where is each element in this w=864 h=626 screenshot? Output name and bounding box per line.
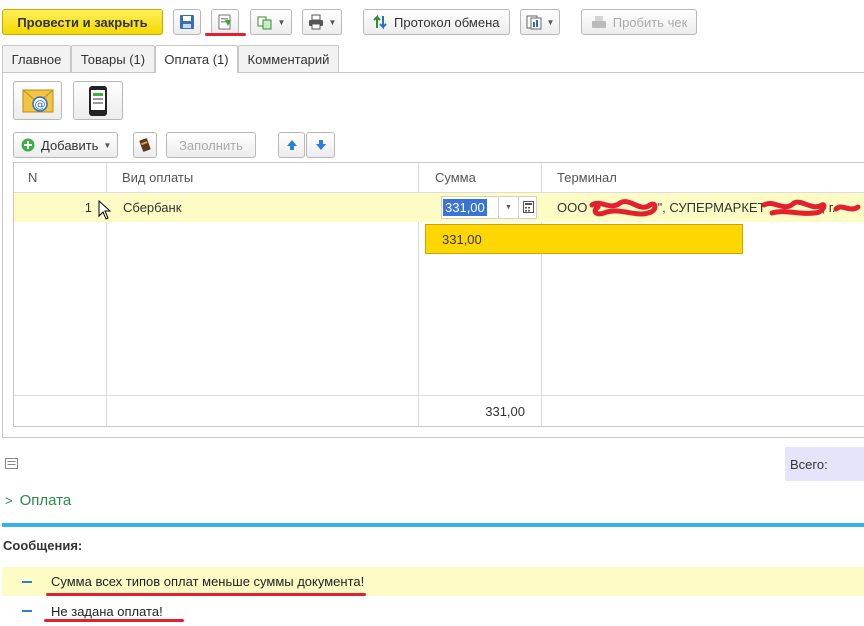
send-email-button[interactable]: @ bbox=[13, 81, 62, 120]
dash-icon bbox=[22, 581, 32, 583]
calculator-icon[interactable] bbox=[523, 201, 534, 213]
fill-button[interactable]: Заполнить bbox=[166, 132, 256, 158]
message-text-1: Сумма всех типов оплат меньше суммы доку… bbox=[51, 574, 365, 589]
save-button[interactable] bbox=[173, 9, 201, 35]
fill-label: Заполнить bbox=[179, 137, 243, 153]
payment-type-value: Сбербанк bbox=[123, 200, 182, 215]
sum-input-value: 331,00 bbox=[445, 200, 485, 215]
tab-payment[interactable]: Оплата (1) bbox=[155, 45, 238, 73]
add-payment-button[interactable]: Добавить ▼ bbox=[13, 132, 118, 158]
chevron-down-icon: ▼ bbox=[277, 17, 286, 27]
dash-icon bbox=[22, 610, 32, 612]
add-payment-label: Добавить bbox=[41, 137, 99, 153]
plus-circle-icon bbox=[21, 138, 35, 152]
sum-dropdown-chevron-icon[interactable]: ▼ bbox=[499, 197, 518, 218]
mobile-phone-icon bbox=[89, 85, 107, 116]
payment-card-button[interactable] bbox=[133, 132, 157, 158]
move-down-button[interactable] bbox=[306, 132, 335, 158]
tab-goods[interactable]: Товары (1) bbox=[71, 45, 155, 72]
exchange-log-label: Протокол обмена bbox=[394, 14, 500, 30]
tab-goods-label: Товары (1) bbox=[80, 51, 146, 67]
message-text: Сумма всех типов оплат меньше суммы доку… bbox=[51, 567, 364, 596]
column-header-payment-type[interactable]: Вид оплаты bbox=[122, 162, 193, 192]
exchange-log-button[interactable]: Протокол обмена bbox=[363, 9, 510, 35]
footer-sum-value: 331,00 bbox=[485, 403, 525, 419]
chevron-down-icon: ▼ bbox=[103, 140, 112, 150]
print-check-button[interactable]: Пробить чек bbox=[581, 9, 697, 35]
svg-text:@: @ bbox=[34, 98, 45, 111]
tab-main-label: Главное bbox=[11, 51, 62, 67]
column-header-terminal-label: Терминал bbox=[557, 169, 617, 185]
row-number: 1 bbox=[14, 193, 92, 222]
tab-comment-label: Комментарий bbox=[247, 51, 330, 67]
create-based-on-button[interactable]: ▼ bbox=[250, 9, 292, 35]
payment-section-title: Оплата bbox=[19, 491, 72, 509]
print-check-label: Пробить чек bbox=[612, 14, 688, 30]
row-number-value: 1 bbox=[84, 200, 92, 215]
reports-button[interactable]: ▼ bbox=[520, 9, 560, 35]
redaction-scribble bbox=[589, 199, 861, 217]
messages-divider bbox=[2, 523, 864, 527]
tab-main[interactable]: Главное bbox=[2, 45, 71, 72]
sum-dropdown-option-label: 331,00 bbox=[442, 231, 482, 247]
bank-card-icon bbox=[139, 138, 151, 152]
create-based-on-icon bbox=[257, 16, 272, 30]
printer-icon bbox=[308, 14, 323, 30]
message-text-2: Не задана оплата! bbox=[51, 603, 163, 619]
column-header-n[interactable]: N bbox=[14, 162, 106, 192]
tab-payment-label: Оплата (1) bbox=[164, 52, 229, 67]
sum-dropdown-option[interactable]: 331,00 bbox=[425, 224, 743, 254]
move-up-button[interactable] bbox=[278, 132, 305, 158]
mouse-cursor-icon bbox=[98, 200, 112, 220]
tab-comment[interactable]: Комментарий bbox=[238, 45, 339, 72]
chevron-right-icon: > bbox=[5, 492, 13, 508]
red-annotation-underline bbox=[46, 593, 366, 596]
red-annotation-underline bbox=[205, 33, 246, 36]
send-sms-button[interactable] bbox=[73, 81, 123, 120]
arrow-down-icon bbox=[315, 140, 326, 150]
footer-sum: 331,00 bbox=[419, 396, 525, 426]
chevron-down-icon: ▼ bbox=[328, 17, 337, 27]
messages-title-text: Сообщения: bbox=[3, 538, 83, 553]
post-and-close-button[interactable]: Провести и закрыть bbox=[2, 9, 163, 35]
total-box: Всего: bbox=[785, 447, 864, 481]
total-label: Всего: bbox=[790, 456, 828, 472]
column-header-sum-label: Сумма bbox=[435, 169, 476, 185]
arrow-up-icon bbox=[286, 140, 297, 150]
column-header-n-label: N bbox=[28, 169, 38, 185]
sum-input-selection: 331,00 bbox=[443, 199, 487, 216]
post-document-icon bbox=[218, 14, 231, 30]
messages-title: Сообщения: bbox=[3, 538, 82, 553]
comment-note-icon[interactable] bbox=[5, 458, 18, 469]
column-header-terminal[interactable]: Терминал bbox=[557, 162, 617, 192]
exchange-arrows-icon bbox=[373, 14, 387, 30]
cash-register-icon bbox=[591, 16, 606, 28]
column-header-payment-type-label: Вид оплаты bbox=[122, 169, 194, 185]
print-button[interactable]: ▼ bbox=[302, 9, 342, 35]
column-header-sum[interactable]: Сумма bbox=[435, 162, 476, 192]
payment-section-header[interactable]: > Оплата bbox=[5, 490, 71, 510]
post-button[interactable] bbox=[211, 9, 239, 35]
reports-icon bbox=[526, 15, 542, 30]
payment-type-cell[interactable]: Сбербанк bbox=[123, 193, 181, 222]
email-envelope-icon: @ bbox=[22, 89, 53, 112]
post-and-close-label: Провести и закрыть bbox=[17, 14, 148, 30]
red-annotation-underline bbox=[44, 619, 184, 622]
input-divider bbox=[518, 197, 519, 218]
floppy-disk-icon bbox=[180, 15, 194, 29]
chevron-down-icon: ▼ bbox=[546, 17, 555, 27]
